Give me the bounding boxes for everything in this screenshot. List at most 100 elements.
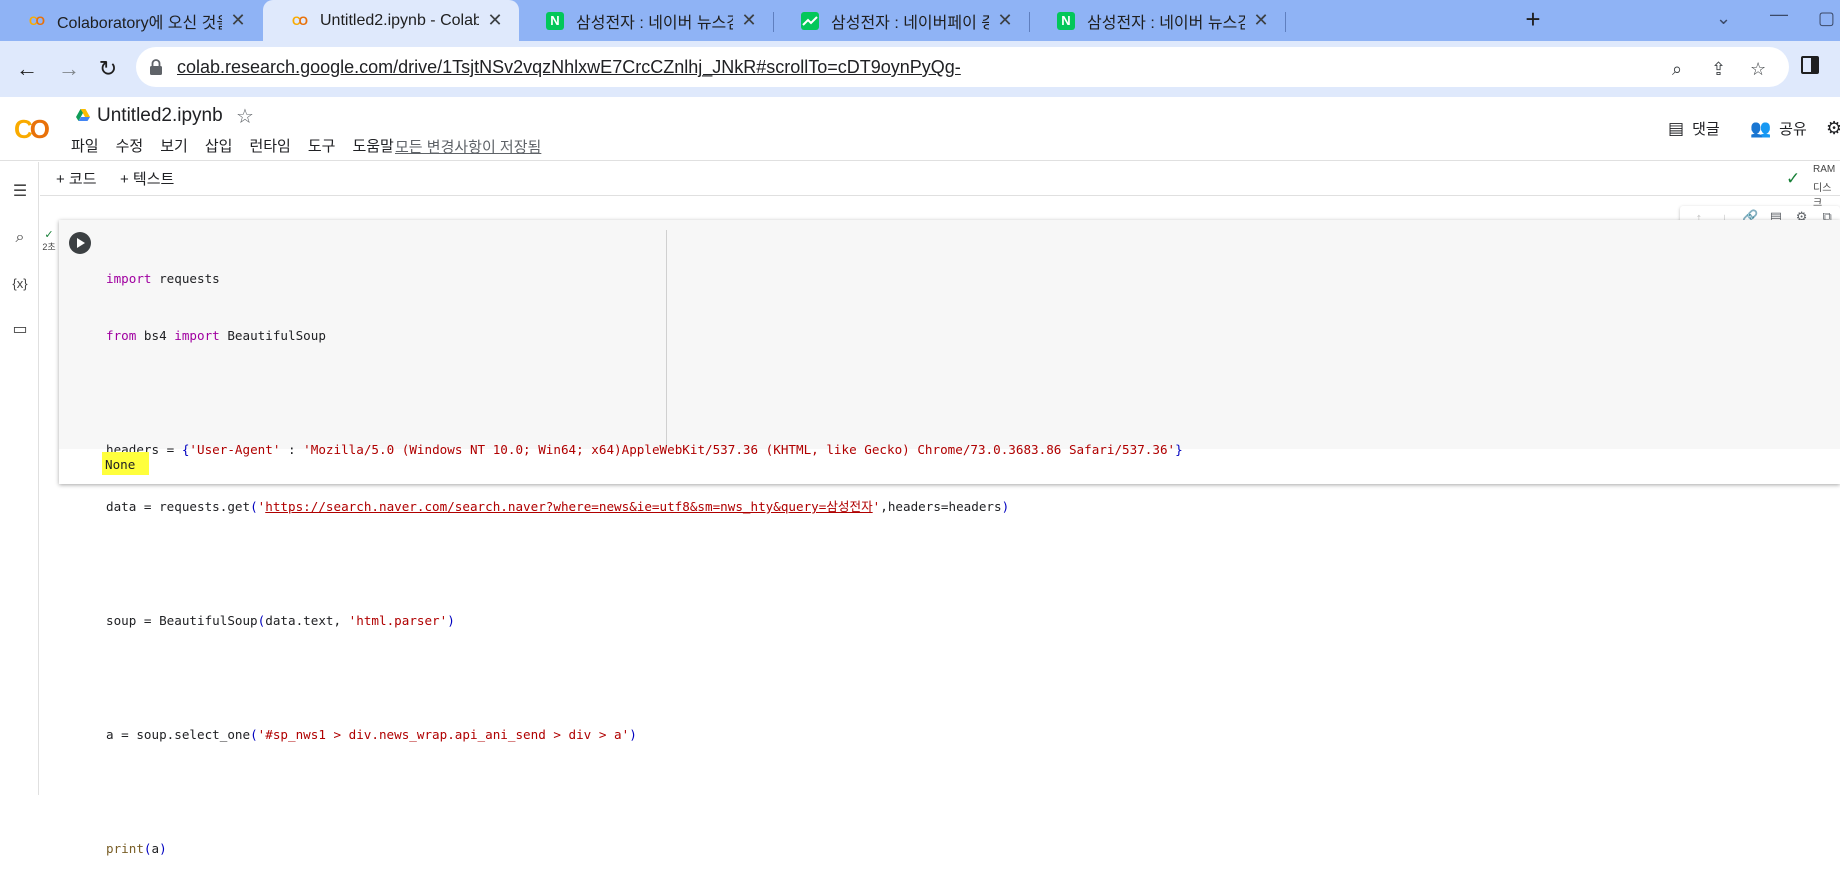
code-token[interactable]: data = requests.get — [106, 499, 250, 514]
people-icon: 👥 — [1750, 118, 1772, 138]
code-line-blank[interactable] — [106, 554, 1183, 573]
code-token[interactable]: data.text, — [265, 613, 348, 628]
code-token[interactable]: 'User-Agent' — [189, 442, 280, 457]
menu-tools[interactable]: 도구 — [308, 135, 336, 156]
close-icon[interactable]: ✕ — [997, 10, 1013, 31]
code-line[interactable]: data = requests.get('https://search.nave… — [106, 497, 1183, 516]
browser-tab-naver-news-2[interactable]: N 삼성전자 : 네이버 뉴스검색 ✕ — [1030, 0, 1285, 41]
code-token[interactable]: 'html.parser' — [349, 613, 448, 628]
address-bar[interactable]: colab.research.google.com/drive/1TsjtNSv… — [136, 47, 1789, 87]
code-token[interactable]: : — [280, 442, 303, 457]
tab-divider — [1285, 12, 1286, 32]
code-line[interactable]: from bs4 import BeautifulSoup — [106, 326, 1183, 345]
lock-icon — [150, 59, 162, 75]
forward-arrow-icon[interactable]: → — [55, 55, 83, 83]
menu-help[interactable]: 도움말 — [352, 135, 393, 156]
code-url-link[interactable]: https://search.naver.com/search.naver?wh… — [265, 499, 872, 514]
comment-button[interactable]: ▤ 댓글 — [1668, 118, 1720, 139]
code-token[interactable]: requests — [152, 271, 220, 286]
code-token[interactable]: ) — [629, 727, 637, 742]
execution-status: ✓ 2초 — [40, 230, 58, 253]
maximize-icon[interactable]: ▢ — [1818, 8, 1835, 29]
code-token[interactable]: ( — [144, 841, 152, 856]
code-line-blank[interactable] — [106, 383, 1183, 402]
browser-tab-naver-news-1[interactable]: N 삼성전자 : 네이버 뉴스검색 ✕ — [519, 0, 773, 41]
code-token[interactable]: from — [106, 328, 136, 343]
browser-tab-naver-pay[interactable]: 삼성전자 : 네이버페이 증권 ✕ — [774, 0, 1029, 41]
code-token[interactable]: bs4 — [136, 328, 174, 343]
browser-tab-untitled2[interactable]: CO Untitled2.ipynb - Colaboratory ✕ — [263, 0, 519, 41]
share-page-icon[interactable]: ⇪ — [1711, 59, 1726, 80]
bookmark-star-icon[interactable]: ☆ — [1750, 59, 1766, 80]
reload-icon[interactable]: ↻ — [94, 55, 122, 83]
cell-output: None — [102, 452, 150, 475]
minimize-icon[interactable]: — — [1770, 4, 1788, 25]
close-icon[interactable]: ✕ — [741, 10, 757, 31]
menu-view[interactable]: 보기 — [160, 135, 188, 156]
code-cell[interactable]: ✓ 2초 import requests from bs4 import Bea… — [42, 220, 1840, 856]
colab-icon: CO — [28, 13, 45, 28]
code-token[interactable]: ) — [447, 613, 455, 628]
code-token[interactable]: ( — [250, 727, 258, 742]
connected-check-icon[interactable]: ✓ — [1786, 169, 1800, 189]
add-code-button[interactable]: + 코드 — [56, 168, 97, 189]
code-line-blank[interactable] — [106, 782, 1183, 801]
tab-title: 삼성전자 : 네이버 뉴스검색 — [1087, 14, 1245, 32]
code-token[interactable]: a = soup.select_one — [106, 727, 250, 742]
share-button[interactable]: 👥 공유 — [1750, 118, 1807, 139]
run-cell-button[interactable] — [69, 232, 91, 254]
menu-insert[interactable]: 삽입 — [205, 135, 233, 156]
search-icon[interactable]: ⌕ — [10, 228, 30, 248]
close-icon[interactable]: ✕ — [230, 10, 246, 31]
new-tab-button[interactable]: + — [1519, 6, 1547, 34]
code-token[interactable]: } — [1175, 442, 1183, 457]
code-token[interactable]: ,headers=headers — [880, 499, 1001, 514]
menu-file[interactable]: 파일 — [71, 135, 99, 156]
code-token[interactable]: ) — [159, 841, 167, 856]
code-line-blank[interactable] — [106, 668, 1183, 687]
add-text-button[interactable]: + 텍스트 — [120, 168, 174, 189]
code-line[interactable]: print(a) — [106, 839, 1183, 858]
tab-title: Colaboratory에 오신 것을 환영 — [57, 14, 222, 32]
code-token[interactable]: ( — [250, 499, 258, 514]
code-text[interactable]: import requests from bs4 import Beautifu… — [106, 231, 1183, 896]
code-token[interactable]: '#sp_nws1 > div.news_wrap.api_ani_send >… — [258, 727, 630, 742]
google-drive-icon — [76, 109, 90, 121]
close-icon[interactable]: ✕ — [1253, 10, 1269, 31]
tab-search-icon[interactable]: ⌄ — [1716, 8, 1731, 29]
code-token[interactable]: 'Mozilla/5.0 (Windows NT 10.0; Win64; x6… — [303, 442, 1175, 457]
url-text[interactable]: colab.research.google.com/drive/1TsjtNSv… — [177, 57, 961, 78]
code-token[interactable]: BeautifulSoup — [220, 328, 326, 343]
browser-tab-colab-welcome[interactable]: CO Colaboratory에 오신 것을 환영 ✕ — [0, 0, 262, 41]
code-token[interactable]: ) — [1002, 499, 1010, 514]
browser-tab-strip: CO Colaboratory에 오신 것을 환영 ✕ CO Untitled2… — [0, 0, 1840, 41]
variables-icon[interactable]: {x} — [10, 274, 30, 294]
notebook-title[interactable]: Untitled2.ipynb — [97, 105, 223, 127]
tab-title: Untitled2.ipynb - Colaboratory — [320, 11, 479, 29]
code-token[interactable]: import — [106, 271, 152, 286]
menu-runtime[interactable]: 런타임 — [249, 135, 290, 156]
settings-gear-icon[interactable]: ⚙ — [1826, 118, 1840, 139]
save-status[interactable]: 모든 변경사항이 저장됨 — [395, 136, 541, 157]
code-token[interactable]: import — [174, 328, 220, 343]
back-arrow-icon[interactable]: ← — [13, 55, 41, 83]
star-icon[interactable]: ☆ — [236, 104, 254, 129]
code-token[interactable]: soup = BeautifulSoup — [106, 613, 258, 628]
execution-time: 2초 — [42, 242, 56, 252]
naver-icon: N — [1056, 11, 1076, 31]
code-editor[interactable]: import requests from bs4 import Beautifu… — [59, 220, 1840, 856]
code-line[interactable]: a = soup.select_one('#sp_nws1 > div.news… — [106, 725, 1183, 744]
code-line[interactable]: headers = {'User-Agent' : 'Mozilla/5.0 (… — [106, 440, 1183, 459]
code-token[interactable]: a — [152, 841, 160, 856]
code-token[interactable]: print — [106, 841, 144, 856]
table-of-contents-icon[interactable]: ☰ — [10, 182, 30, 202]
zoom-icon[interactable]: ⌕ — [1672, 59, 1682, 80]
menu-edit[interactable]: 수정 — [116, 135, 144, 156]
code-line[interactable]: soup = BeautifulSoup(data.text, 'html.pa… — [106, 611, 1183, 630]
colab-logo[interactable]: CO — [14, 114, 50, 145]
side-panel-icon[interactable] — [1801, 56, 1819, 74]
ram-label: RAM — [1813, 164, 1836, 175]
code-line[interactable]: import requests — [106, 269, 1183, 288]
close-icon[interactable]: ✕ — [487, 10, 503, 31]
folder-icon[interactable]: ▭ — [10, 320, 30, 340]
